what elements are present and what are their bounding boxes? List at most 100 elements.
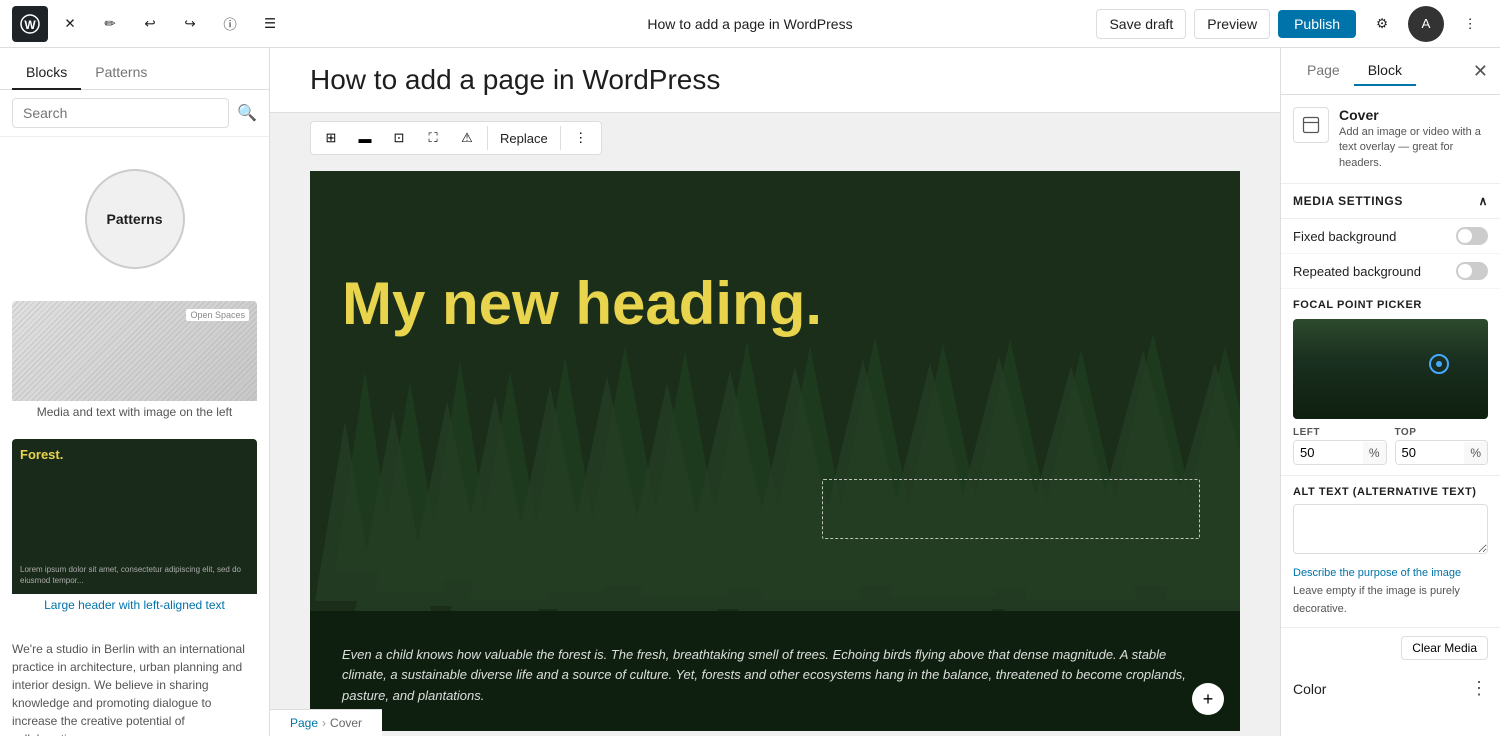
block-desc: Add an image or video with a text overla… (1339, 125, 1488, 171)
alt-text-section: ALT TEXT (ALTERNATIVE TEXT) Describe the… (1281, 476, 1500, 628)
tab-patterns[interactable]: Patterns (81, 56, 161, 90)
tab-block[interactable]: Block (1354, 56, 1416, 86)
toggle-knob-fixed (1458, 229, 1472, 243)
user-avatar[interactable]: A (1408, 6, 1444, 42)
sidebar-close-button[interactable]: ✕ (1473, 61, 1488, 82)
breadcrumb-cover: Cover (330, 716, 362, 730)
publish-button[interactable]: Publish (1278, 10, 1356, 38)
alt-text-link[interactable]: Describe the purpose of the image (1293, 567, 1461, 579)
repeated-background-row: Repeated background (1281, 254, 1500, 289)
top-bar: W ✕ ✏ ↩ ↪ ⓘ ☰ How to add a page in WordP… (0, 0, 1500, 48)
color-section: Color ⋮ (1281, 668, 1500, 709)
page-title-center: How to add a page in WordPress (647, 16, 852, 32)
patterns-circle: Patterns (85, 169, 185, 269)
left-percent: % (1363, 442, 1386, 464)
close-button[interactable]: ✕ (52, 6, 88, 42)
top-input-wrapper: % (1395, 440, 1489, 465)
editor-canvas: My new heading. Even a child knows how v… (270, 163, 1280, 731)
editor-title[interactable]: How to add a page in WordPress (310, 64, 1240, 96)
block-wide-icon[interactable]: ▬ (349, 122, 381, 154)
block-full-icon[interactable]: ⊡ (383, 122, 415, 154)
breadcrumb-separator: › (322, 716, 326, 730)
svg-text:W: W (24, 18, 36, 32)
edit-icon[interactable]: ✏ (92, 6, 128, 42)
breadcrumb-page[interactable]: Page (290, 716, 318, 730)
pattern-card-1[interactable]: Open Spaces Media and text with image on… (12, 301, 257, 423)
sidebar-tabs: Blocks Patterns (0, 48, 269, 90)
search-bar: 🔍 (0, 90, 269, 137)
block-expand-icon[interactable]: ⛶ (417, 122, 449, 154)
block-name: Cover (1339, 107, 1488, 123)
cover-block[interactable]: My new heading. Even a child knows how v… (310, 171, 1240, 731)
toolbar-more-icon[interactable]: ⋮ (565, 122, 597, 154)
alt-text-label: ALT TEXT (ALTERNATIVE TEXT) (1293, 486, 1488, 498)
preview-button[interactable]: Preview (1194, 9, 1270, 39)
repeated-background-label: Repeated background (1293, 264, 1421, 279)
toggle-knob-repeated (1458, 264, 1472, 278)
pattern-label-1: Media and text with image on the left (12, 401, 257, 423)
list-view-button[interactable]: ☰ (252, 6, 288, 42)
cover-heading[interactable]: My new heading. (342, 271, 822, 337)
pattern-label-2[interactable]: Large header with left-aligned text (12, 594, 257, 616)
more-options-icon[interactable]: ⋮ (1452, 6, 1488, 42)
replace-button[interactable]: Replace (492, 131, 556, 146)
left-value-input[interactable] (1294, 441, 1363, 464)
media-settings-label: Media settings (1293, 194, 1403, 208)
alt-text-note-area: Describe the purpose of the image Leave … (1293, 563, 1488, 617)
block-info: Cover Add an image or video with a text … (1281, 95, 1500, 184)
color-title: Color (1293, 681, 1326, 697)
right-sidebar: Page Block ✕ Cover Add an image or video… (1280, 48, 1500, 736)
focal-section: FOCAL POINT PICKER LEFT % TOP % (1281, 289, 1500, 476)
block-toolbar: ⊞ ▬ ⊡ ⛶ ⚠ Replace ⋮ (310, 121, 602, 155)
fixed-background-label: Fixed background (1293, 229, 1396, 244)
media-settings-chevron: ∧ (1479, 194, 1488, 208)
color-section-header: Color ⋮ (1293, 678, 1488, 699)
repeated-background-toggle[interactable] (1456, 262, 1488, 280)
cover-caption[interactable]: Even a child knows how valuable the fore… (342, 645, 1208, 707)
block-align-left-icon[interactable]: ⊞ (315, 122, 347, 154)
info-button[interactable]: ⓘ (212, 6, 248, 42)
settings-icon[interactable]: ⚙ (1364, 6, 1400, 42)
top-input-group: TOP % (1395, 427, 1489, 465)
editor-area: How to add a page in WordPress ⊞ ▬ ⊡ ⛶ ⚠… (270, 48, 1280, 736)
color-more-icon[interactable]: ⋮ (1470, 678, 1488, 699)
save-draft-button[interactable]: Save draft (1096, 9, 1186, 39)
pattern-card-2[interactable]: Forest. Lorem ipsum dolor sit amet, cons… (12, 439, 257, 616)
fixed-background-toggle[interactable] (1456, 227, 1488, 245)
undo-button[interactable]: ↩ (132, 6, 168, 42)
focal-picker[interactable] (1293, 319, 1488, 419)
focal-dot[interactable] (1429, 354, 1449, 374)
right-tabs: Page Block (1293, 56, 1416, 86)
tab-page[interactable]: Page (1293, 56, 1354, 86)
alt-text-note: Leave empty if the image is purely decor… (1293, 585, 1460, 615)
focal-title: FOCAL POINT PICKER (1293, 299, 1488, 311)
sidebar-content: Patterns Open Spaces Media and text with… (0, 137, 269, 736)
cover-content-area[interactable] (822, 479, 1201, 539)
wp-logo[interactable]: W (12, 6, 48, 42)
top-value-input[interactable] (1396, 441, 1465, 464)
tab-blocks[interactable]: Blocks (12, 56, 81, 90)
search-icon: 🔍 (237, 103, 257, 123)
focal-preview (1293, 319, 1488, 419)
pattern-forest-preview: Forest. Lorem ipsum dolor sit amet, cons… (12, 439, 257, 594)
redo-button[interactable]: ↪ (172, 6, 208, 42)
toolbar-divider (487, 126, 488, 150)
left-sidebar: Blocks Patterns 🔍 Patterns Open Spaces M… (0, 48, 270, 736)
focal-inputs: LEFT % TOP % (1293, 427, 1488, 465)
block-warning-icon[interactable]: ⚠ (451, 122, 483, 154)
breadcrumb: Page › Cover (270, 709, 382, 736)
left-input-group: LEFT % (1293, 427, 1387, 465)
top-label: TOP (1395, 427, 1489, 438)
search-input[interactable] (12, 98, 229, 128)
add-block-button[interactable]: + (1192, 683, 1224, 715)
top-bar-right: Save draft Preview Publish ⚙ A ⋮ (1096, 6, 1488, 42)
alt-text-input[interactable] (1293, 504, 1488, 554)
main-layout: Blocks Patterns 🔍 Patterns Open Spaces M… (0, 48, 1500, 736)
clear-media-button[interactable]: Clear Media (1401, 636, 1488, 660)
pattern-preview-1: Open Spaces (12, 301, 257, 401)
right-sidebar-header: Page Block ✕ (1281, 48, 1500, 95)
media-settings-section[interactable]: Media settings ∧ (1281, 184, 1500, 219)
top-bar-left: W ✕ ✏ ↩ ↪ ⓘ ☰ (12, 6, 288, 42)
block-icon (1293, 107, 1329, 143)
forest-title: Forest. (20, 447, 249, 462)
